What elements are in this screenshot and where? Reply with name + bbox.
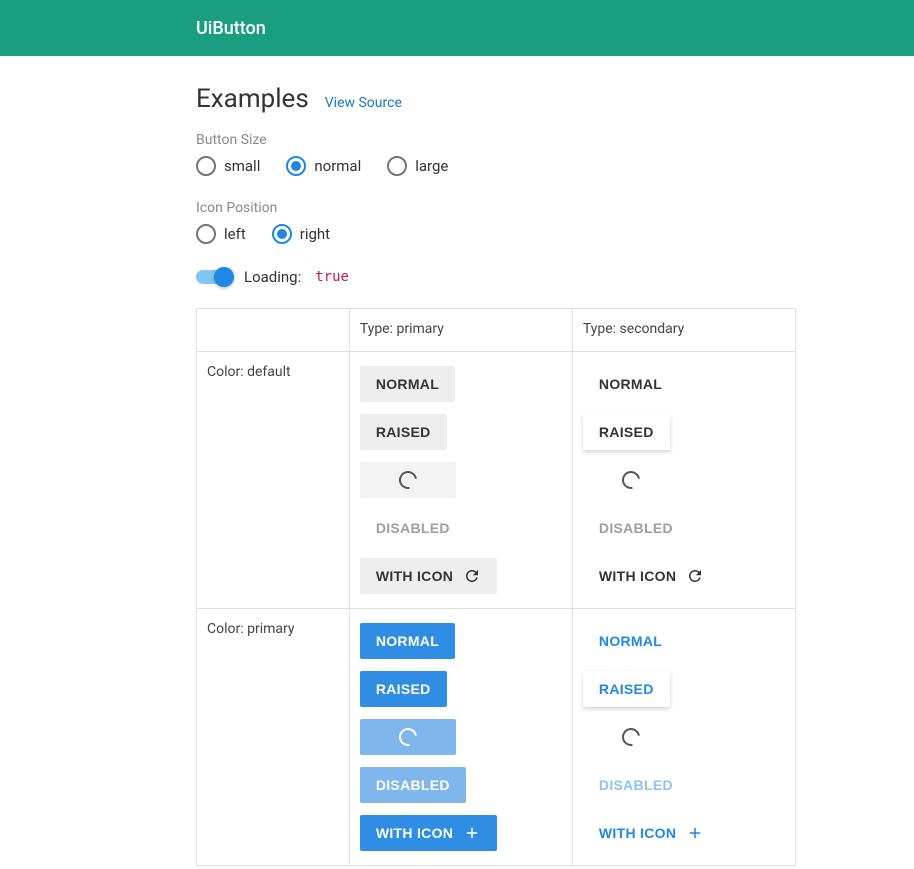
normal-button[interactable]: NORMAL (583, 623, 678, 659)
with-icon-button[interactable]: WITH ICON (360, 558, 497, 594)
refresh-icon (463, 567, 481, 585)
with-icon-button[interactable]: WITH ICON (360, 815, 497, 851)
with-icon-button[interactable]: WITH ICON (583, 815, 720, 851)
examples-table: Type: primary Type: secondary Color: def… (196, 308, 796, 866)
table-row: Color: primary NORMAL RAISED DISABLED WI… (197, 609, 796, 866)
plus-icon (686, 824, 704, 842)
radio-icon (196, 156, 216, 176)
table-header-empty (197, 309, 350, 352)
loading-label: Loading: (244, 268, 301, 286)
button-size-group: small normal large (196, 156, 816, 176)
radio-label: normal (314, 157, 361, 175)
radio-left[interactable]: left (196, 224, 246, 244)
radio-label: left (224, 225, 246, 243)
radio-normal[interactable]: normal (286, 156, 361, 176)
raised-button[interactable]: RAISED (360, 414, 447, 450)
raised-button[interactable]: RAISED (583, 414, 670, 450)
radio-icon (272, 224, 292, 244)
radio-small[interactable]: small (196, 156, 260, 176)
section-heading: Examples (196, 84, 309, 114)
row-label-default: Color: default (197, 352, 350, 609)
radio-label: large (415, 157, 448, 175)
toggle-knob (214, 267, 234, 287)
button-text: WITH ICON (376, 825, 453, 841)
button-text: WITH ICON (376, 568, 453, 584)
normal-button[interactable]: NORMAL (360, 366, 455, 402)
spinner-icon (395, 467, 420, 492)
radio-icon (387, 156, 407, 176)
radio-icon (196, 224, 216, 244)
view-source-link[interactable]: View Source (325, 95, 402, 111)
with-icon-button[interactable]: WITH ICON (583, 558, 720, 594)
normal-button[interactable]: NORMAL (360, 623, 455, 659)
page-title: UiButton (196, 18, 266, 39)
disabled-button: DISABLED (583, 767, 689, 803)
page-content: Examples View Source Button Size small n… (196, 56, 816, 866)
raised-button[interactable]: RAISED (360, 671, 447, 707)
table-row: Color: default NORMAL RAISED DISABLED WI… (197, 352, 796, 609)
radio-large[interactable]: large (387, 156, 448, 176)
loading-button[interactable] (360, 719, 456, 755)
disabled-button: DISABLED (360, 510, 466, 546)
spinner-icon (618, 724, 643, 749)
spinner-icon (395, 724, 420, 749)
loading-button[interactable] (360, 462, 456, 498)
icon-position-label: Icon Position (196, 200, 816, 216)
icon-position-group: left right (196, 224, 816, 244)
radio-icon (286, 156, 306, 176)
raised-button[interactable]: RAISED (583, 671, 670, 707)
loading-value: true (313, 269, 349, 285)
loading-toggle[interactable] (196, 270, 232, 284)
refresh-icon (686, 567, 704, 585)
table-header-secondary: Type: secondary (572, 309, 795, 352)
button-text: WITH ICON (599, 825, 676, 841)
button-text: WITH ICON (599, 568, 676, 584)
plus-icon (463, 824, 481, 842)
button-size-label: Button Size (196, 132, 816, 148)
row-label-primary: Color: primary (197, 609, 350, 866)
spinner-icon (618, 467, 643, 492)
disabled-button: DISABLED (583, 510, 689, 546)
app-toolbar: UiButton (0, 0, 914, 56)
normal-button[interactable]: NORMAL (583, 366, 678, 402)
disabled-button: DISABLED (360, 767, 466, 803)
radio-right[interactable]: right (272, 224, 330, 244)
radio-label: small (224, 157, 260, 175)
table-header-primary: Type: primary (349, 309, 572, 352)
loading-button[interactable] (583, 462, 679, 498)
radio-label: right (300, 225, 330, 243)
loading-button[interactable] (583, 719, 679, 755)
